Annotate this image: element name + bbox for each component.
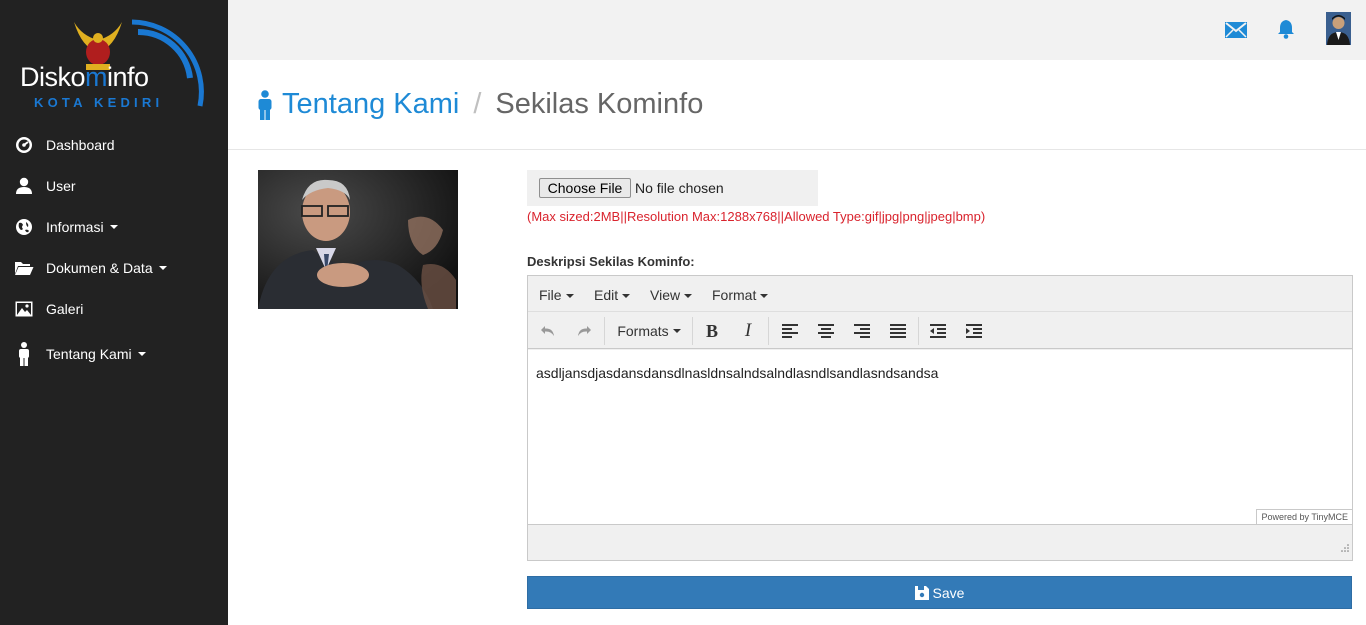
mail-icon[interactable] — [1225, 22, 1247, 43]
menu-file[interactable]: File — [539, 287, 574, 303]
indent-icon[interactable] — [962, 319, 986, 343]
formats-dropdown[interactable]: Formats — [614, 319, 684, 343]
person-icon — [14, 342, 34, 366]
italic-icon[interactable]: I — [736, 319, 760, 343]
brand-name: Diskominfo — [20, 62, 149, 92]
resize-handle-icon[interactable] — [1341, 539, 1349, 557]
sidebar-item-dashboard[interactable]: Dashboard — [0, 124, 228, 165]
align-right-icon[interactable] — [850, 319, 874, 343]
sidebar-item-galeri[interactable]: Galeri — [0, 288, 228, 329]
top-bar — [228, 0, 1366, 60]
menu-edit[interactable]: Edit — [594, 287, 631, 303]
toolbar-divider — [692, 317, 693, 345]
align-left-icon[interactable] — [778, 319, 802, 343]
chevron-down-icon — [158, 265, 167, 270]
menu-format[interactable]: Format — [712, 287, 769, 303]
sidebar-item-label: Tentang Kami — [46, 346, 132, 362]
breadcrumb: Tentang Kami / Sekilas Kominfo — [256, 88, 703, 121]
redo-icon[interactable] — [572, 319, 596, 343]
sidebar-item-label: User — [46, 177, 76, 194]
sidebar-item-label: Dokumen & Data — [46, 259, 153, 276]
chevron-down-icon — [109, 224, 118, 229]
page-header: Tentang Kami / Sekilas Kominfo — [228, 60, 1366, 150]
align-justify-icon[interactable] — [886, 319, 910, 343]
sidebar-item-user[interactable]: User — [0, 165, 228, 206]
avatar[interactable] — [1326, 12, 1351, 45]
file-upload: Choose File No file chosen — [527, 170, 818, 206]
outdent-icon[interactable] — [926, 319, 950, 343]
chevron-down-icon — [672, 329, 681, 333]
menu-view[interactable]: View — [650, 287, 693, 303]
breadcrumb-parent-link[interactable]: Tentang Kami — [282, 88, 459, 121]
chevron-down-icon — [760, 294, 769, 299]
file-status: No file chosen — [635, 180, 724, 196]
sidebar-item-label: Informasi — [46, 218, 104, 235]
upload-hint: (Max sized:2MB||Resolution Max:1288x768|… — [527, 209, 986, 224]
choose-file-button[interactable]: Choose File — [539, 178, 631, 198]
sidebar-item-tentang-kami[interactable]: Tentang Kami — [0, 329, 228, 379]
editor-content: asdljansdjasdansdansdlnasldnsalndsalndla… — [536, 365, 939, 381]
sidebar-item-label: Dashboard — [46, 136, 115, 153]
picture-icon — [14, 299, 34, 319]
profile-photo — [258, 170, 458, 309]
editor-statusbar — [528, 524, 1352, 560]
folder-open-icon — [14, 258, 34, 278]
editor-menubar: File Edit View Format — [528, 276, 1352, 312]
chevron-down-icon — [684, 294, 693, 299]
save-button-label: Save — [932, 584, 965, 601]
editor-content-area[interactable]: asdljansdjasdansdansdlnasldnsalndsalndla… — [528, 350, 1352, 524]
toolbar-divider — [604, 317, 605, 345]
description-label: Deskripsi Sekilas Kominfo: — [527, 254, 695, 269]
bold-icon[interactable]: B — [700, 319, 724, 343]
person-icon — [256, 89, 274, 120]
sidebar: Diskominfo KOTA KEDIRI Dashboard User In… — [0, 0, 228, 625]
logo[interactable]: Diskominfo KOTA KEDIRI — [18, 18, 213, 114]
powered-by-label: Powered by TinyMCE — [1256, 509, 1352, 524]
brand-subtitle: KOTA KEDIRI — [34, 95, 164, 110]
floppy-disk-icon — [914, 585, 929, 600]
bell-icon[interactable] — [1277, 19, 1295, 44]
sidebar-item-label: Galeri — [46, 300, 84, 317]
editor-toolbar: Formats B I — [528, 313, 1352, 349]
undo-icon[interactable] — [536, 319, 560, 343]
user-icon — [14, 176, 34, 196]
chevron-down-icon — [565, 294, 574, 299]
sidebar-item-dokumen-data[interactable]: Dokumen & Data — [0, 247, 228, 288]
chevron-down-icon — [622, 294, 631, 299]
sidebar-nav: Dashboard User Informasi Dokumen & Data — [0, 124, 228, 379]
page-title: Sekilas Kominfo — [495, 88, 704, 120]
sidebar-item-informasi[interactable]: Informasi — [0, 206, 228, 247]
chevron-down-icon — [137, 352, 146, 356]
toolbar-divider — [918, 317, 919, 345]
dashboard-icon — [14, 135, 34, 155]
save-button[interactable]: Save — [527, 576, 1352, 609]
align-center-icon[interactable] — [814, 319, 838, 343]
rich-text-editor: File Edit View Format Formats B I asdlja… — [527, 275, 1353, 561]
toolbar-divider — [768, 317, 769, 345]
globe-icon — [14, 217, 34, 237]
breadcrumb-separator: / — [473, 88, 482, 120]
